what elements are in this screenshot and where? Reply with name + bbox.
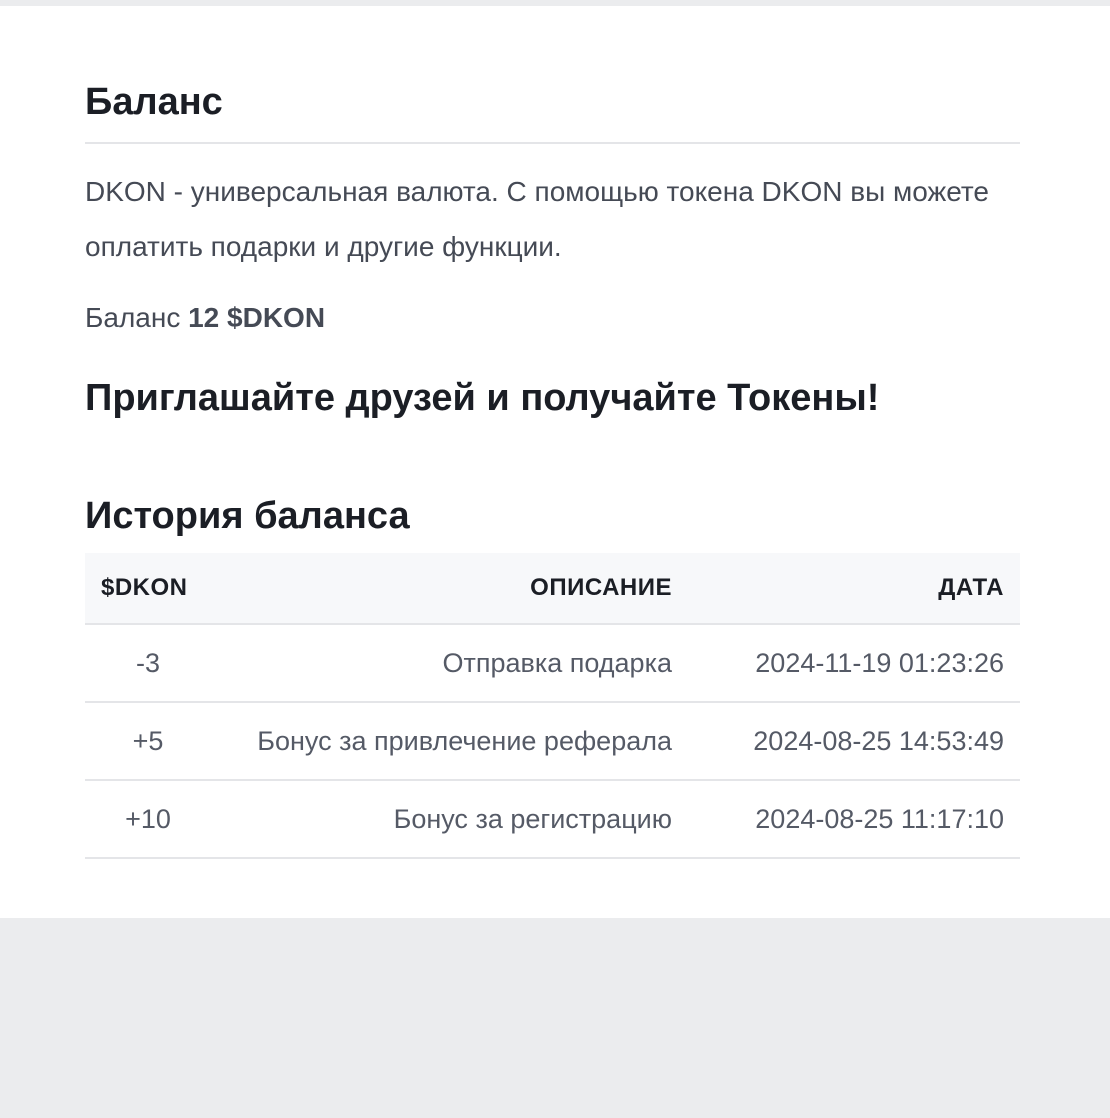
history-heading: История баланса	[85, 495, 410, 537]
table-row: +10 Бонус за регистрацию 2024-08-25 11:1…	[85, 780, 1020, 859]
balance-description: DKON - универсальная валюта. С помощью т…	[85, 176, 989, 262]
balance-amount: 12 $DKON	[188, 302, 326, 333]
column-header-date: ДАТА	[688, 553, 1020, 625]
row-date: 2024-08-25 11:17:10	[688, 780, 1020, 859]
balance-label: Баланс	[85, 302, 181, 333]
row-amount: -3	[85, 624, 211, 703]
title-divider	[85, 142, 1020, 144]
balance-line: Баланс 12 $DKON	[85, 298, 1020, 338]
table-header-row: $DKON ОПИСАНИЕ ДАТА	[85, 553, 1020, 625]
column-header-description: ОПИСАНИЕ	[211, 553, 688, 625]
row-description: Отправка подарка	[211, 624, 688, 703]
row-description: Бонус за регистрацию	[211, 780, 688, 859]
row-description: Бонус за привлечение реферала	[211, 702, 688, 781]
invite-heading: Приглашайте друзей и получайте Токены!	[85, 377, 880, 419]
table-row: +5 Бонус за привлечение реферала 2024-08…	[85, 702, 1020, 781]
row-date: 2024-11-19 01:23:26	[688, 624, 1020, 703]
balance-card: Баланс DKON - универсальная валюта. С по…	[0, 6, 1110, 918]
balance-history-table: $DKON ОПИСАНИЕ ДАТА -3 Отправка подарка …	[85, 553, 1020, 859]
table-row: -3 Отправка подарка 2024-11-19 01:23:26	[85, 624, 1020, 703]
row-date: 2024-08-25 14:53:49	[688, 702, 1020, 781]
column-header-amount: $DKON	[85, 553, 211, 625]
row-amount: +10	[85, 780, 211, 859]
page-title: Баланс	[85, 81, 223, 123]
row-amount: +5	[85, 702, 211, 781]
